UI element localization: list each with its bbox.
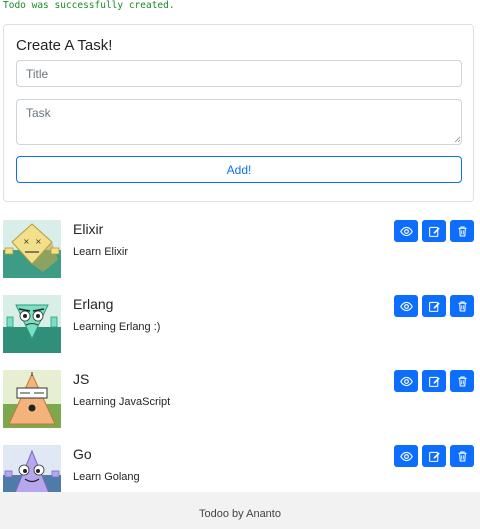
- edit-icon: [428, 451, 440, 462]
- task-input[interactable]: [16, 99, 462, 145]
- todo-actions: [394, 445, 474, 467]
- eye-icon: [399, 376, 413, 386]
- title-input[interactable]: [16, 60, 462, 87]
- todo-item: Erlang Learning Erlang :): [0, 289, 480, 364]
- delete-button[interactable]: [450, 295, 474, 317]
- eye-icon: [399, 301, 413, 311]
- todo-list: × × Elixir Learn Elixir Erlang Learning …: [0, 214, 480, 492]
- todo-item: Go Learn Golang: [0, 439, 480, 492]
- todo-description: Learn Elixir: [73, 246, 129, 258]
- footer: Todoo by Ananto: [0, 492, 480, 529]
- todo-title: Elixir: [73, 221, 104, 237]
- eye-icon: [399, 451, 413, 461]
- todo-item: × × Elixir Learn Elixir: [0, 214, 480, 289]
- todo-actions: [394, 370, 474, 392]
- go-robot-avatar: [3, 445, 61, 492]
- todo-actions: [394, 220, 474, 242]
- todo-title: JS: [73, 371, 90, 387]
- svg-text:×: ×: [35, 237, 42, 246]
- svg-text:×: ×: [23, 237, 30, 246]
- view-button[interactable]: [394, 220, 418, 242]
- footer-text: Todoo by Ananto: [199, 508, 281, 520]
- edit-button[interactable]: [422, 220, 446, 242]
- todo-item: JS Learning JavaScript: [0, 364, 480, 439]
- edit-button[interactable]: [422, 370, 446, 392]
- view-button[interactable]: [394, 445, 418, 467]
- todo-description: Learning Erlang :): [73, 321, 161, 333]
- todo-title: Erlang: [73, 296, 114, 312]
- add-button[interactable]: Add!: [16, 156, 462, 183]
- todo-description: Learn Golang: [73, 471, 140, 483]
- form-heading: Create A Task!: [16, 37, 113, 54]
- eye-icon: [399, 226, 413, 236]
- flash-message: Todo was successfully created.: [3, 0, 175, 11]
- trash-icon: [457, 226, 467, 236]
- edit-icon: [428, 301, 440, 312]
- view-button[interactable]: [394, 370, 418, 392]
- edit-icon: [428, 226, 440, 237]
- delete-button[interactable]: [450, 370, 474, 392]
- erlang-robot-avatar: [3, 295, 61, 353]
- todo-actions: [394, 295, 474, 317]
- edit-icon: [428, 376, 440, 387]
- trash-icon: [457, 376, 467, 386]
- trash-icon: [457, 451, 467, 461]
- delete-button[interactable]: [450, 220, 474, 242]
- elixir-robot-avatar: × ×: [3, 220, 61, 278]
- js-robot-avatar: [3, 370, 61, 428]
- create-task-form: Create A Task! Add!: [3, 24, 474, 202]
- resize-grip-icon[interactable]: [454, 136, 461, 143]
- delete-button[interactable]: [450, 445, 474, 467]
- trash-icon: [457, 301, 467, 311]
- edit-button[interactable]: [422, 445, 446, 467]
- todo-title: Go: [73, 446, 92, 462]
- view-button[interactable]: [394, 295, 418, 317]
- edit-button[interactable]: [422, 295, 446, 317]
- todo-description: Learning JavaScript: [73, 396, 171, 408]
